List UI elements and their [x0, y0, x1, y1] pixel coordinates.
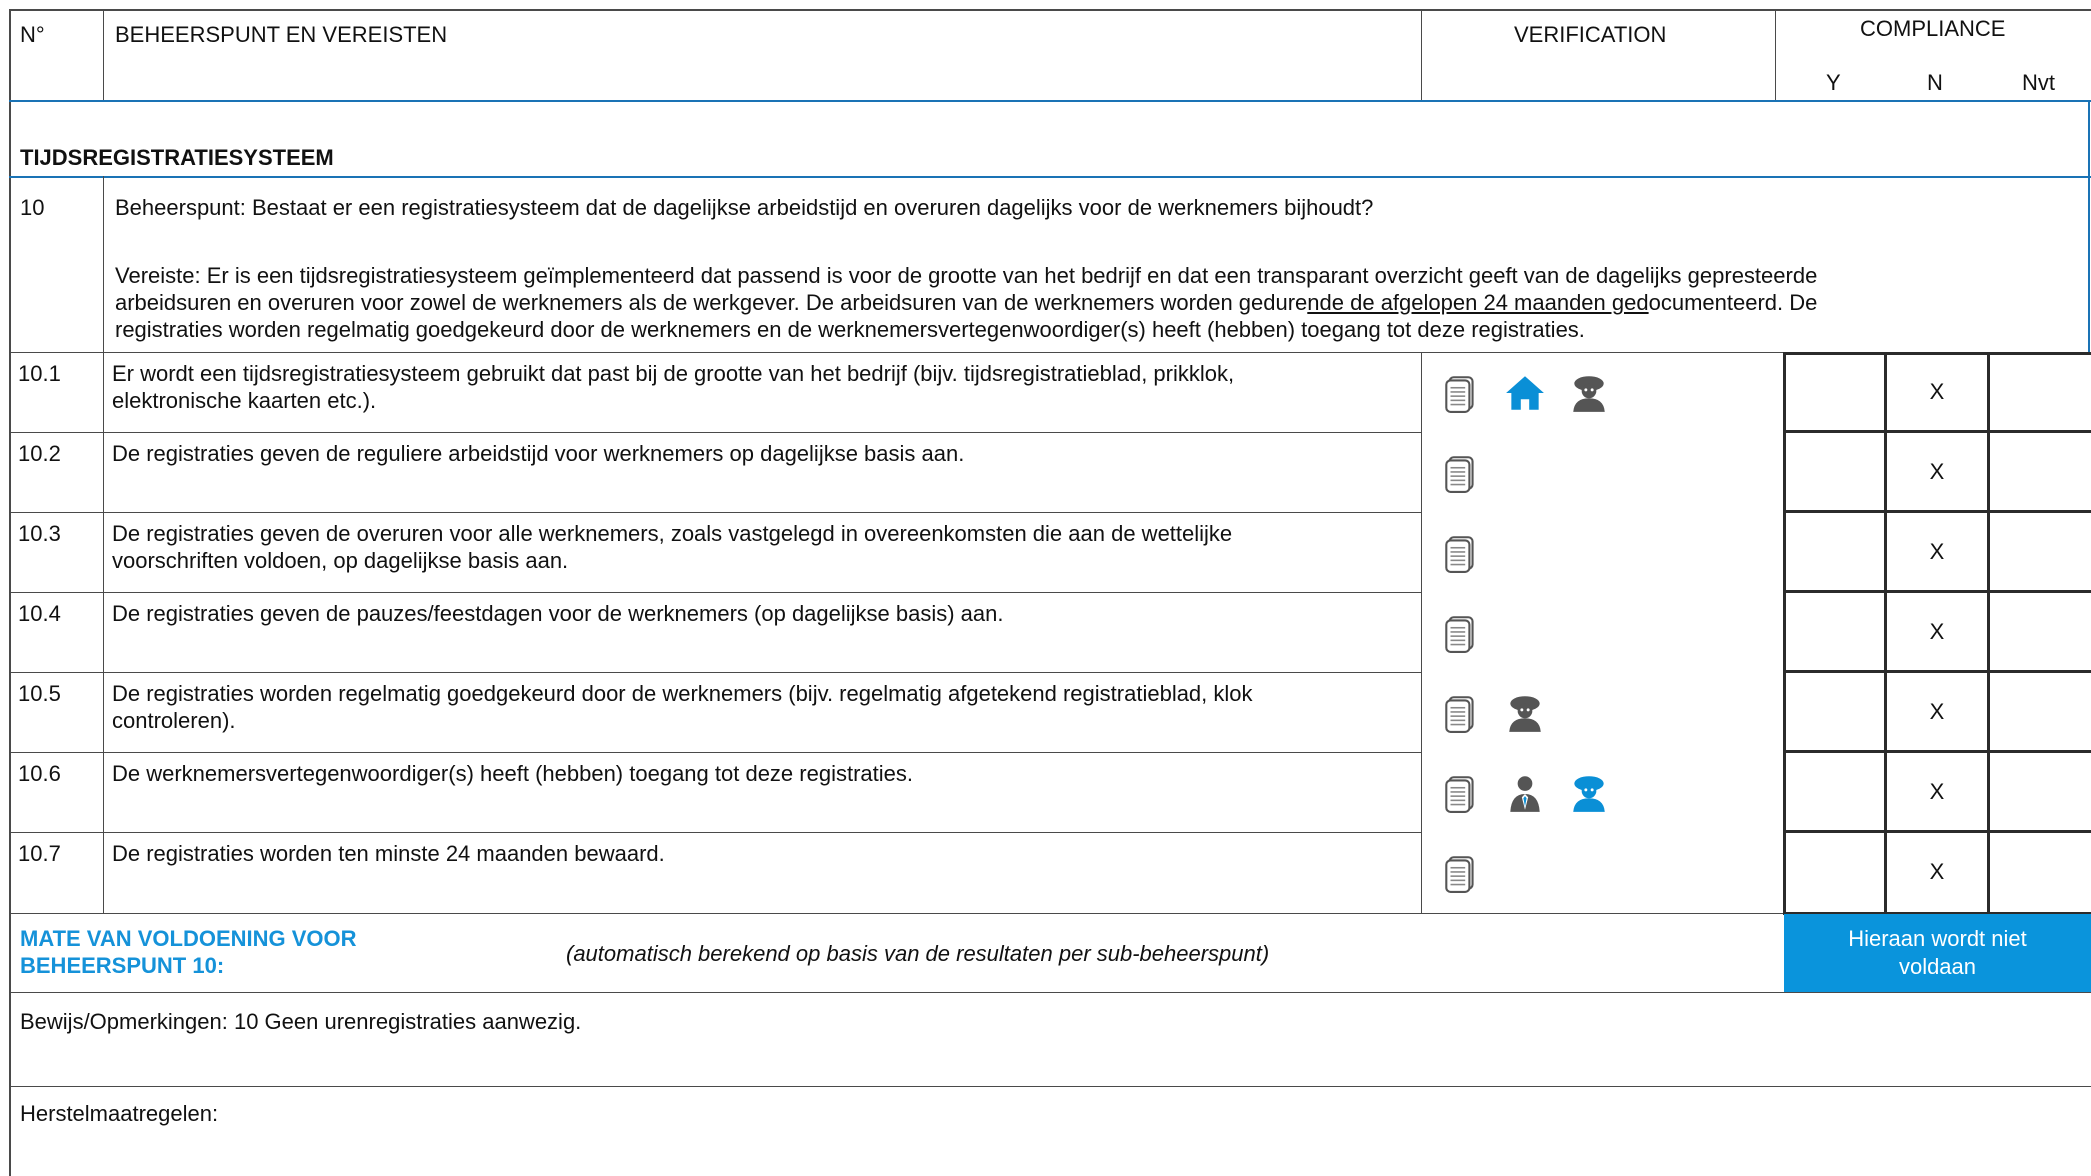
- row-line: [9, 913, 2091, 914]
- compliance-result-badge: Hieraan wordt niet voldaan: [1784, 914, 2091, 992]
- compliance-row-line: [1783, 590, 2091, 593]
- document-icon: [1445, 856, 1474, 893]
- evidence-remarks[interactable]: Bewijs/Opmerkingen: 10 Geen urenregistra…: [20, 1008, 581, 1035]
- row-text: De werknemersvertegenwoordiger(s) heeft …: [112, 761, 913, 786]
- row-line: [9, 1086, 2091, 1087]
- control-point-requirement-line3: registraties worden regelmatig goedgekeu…: [115, 317, 1585, 342]
- row-text: Er wordt een tijdsregistratiesysteem geb…: [112, 361, 1235, 386]
- document-icon: [1445, 616, 1474, 653]
- row-icons: [1440, 452, 1482, 494]
- control-point-question: Beheerspunt: Bestaat er een registraties…: [115, 195, 1374, 220]
- row-line: [9, 592, 1421, 593]
- row-number: 10.6: [18, 761, 61, 786]
- compliance-row-line: [1783, 830, 2091, 833]
- document-icon: [1445, 776, 1474, 813]
- summary-label-line1: MATE VAN VOLDOENING VOOR: [20, 926, 357, 951]
- row-text: voorschriften voldoen, op dagelijkse bas…: [112, 548, 569, 573]
- row-line: [9, 672, 1421, 673]
- row-number: 10.3: [18, 521, 61, 546]
- verification-divider: [1421, 352, 1422, 914]
- summary-note: (automatisch berekend op basis van de re…: [566, 941, 1270, 966]
- row-icons: [1440, 612, 1482, 654]
- worker-icon: [1509, 696, 1541, 732]
- section-title: TIJDSREGISTRATIESYSTEEM: [20, 145, 334, 170]
- compliance-n-mark[interactable]: X: [1887, 778, 1987, 805]
- row-number: 10.4: [18, 601, 61, 626]
- worker-icon: [1573, 376, 1605, 412]
- document-icon: [1445, 536, 1474, 573]
- compliance-n-mark[interactable]: X: [1887, 378, 1987, 405]
- compliance-result-text: Hieraan wordt niet voldaan: [1848, 925, 2027, 981]
- compliance-row-line: [1783, 750, 2091, 753]
- header-n: N: [1927, 70, 1943, 95]
- document-icon: [1445, 376, 1474, 413]
- compliance-row-line: [1783, 670, 2091, 673]
- top-border: [9, 9, 2091, 11]
- header-nvt: Nvt: [2022, 70, 2055, 95]
- row-text: De registraties worden ten minste 24 maa…: [112, 841, 665, 866]
- compliance-n-mark[interactable]: X: [1887, 458, 1987, 485]
- compliance-n-mark[interactable]: X: [1887, 618, 1987, 645]
- header-compliance: COMPLIANCE: [1860, 16, 2006, 41]
- row-line: [9, 832, 1421, 833]
- header-bottom-line: [9, 100, 2091, 102]
- row-number: 10.7: [18, 841, 61, 866]
- compliance-n-mark[interactable]: X: [1887, 698, 1987, 725]
- header-requirements: BEHEERSPUNT EN VEREISTEN: [115, 22, 448, 47]
- worker-blue-icon: [1573, 776, 1605, 812]
- header-divider: [1775, 9, 1776, 100]
- row-icons: [1440, 852, 1482, 894]
- compliance-n-mark[interactable]: X: [1887, 538, 1987, 565]
- remedial-measures[interactable]: Herstelmaatregelen:: [20, 1100, 218, 1127]
- header-y: Y: [1826, 70, 1841, 95]
- control-point-requirement-line1: Vereiste: Er is een tijdsregistratiesyst…: [115, 263, 1818, 288]
- document-icon: [1445, 696, 1474, 733]
- control-point-requirement-line2: arbeidsuren en overuren voor zowel de we…: [115, 289, 1817, 316]
- row-line: [9, 512, 1421, 513]
- row-number: 10.2: [18, 441, 61, 466]
- row-icons: [1440, 692, 1546, 734]
- result-line: voldaan: [1898, 954, 1977, 979]
- row-number: 10.1: [18, 361, 61, 386]
- summary-label-line2: BEHEERSPUNT 10:: [20, 953, 225, 978]
- row-line: [9, 432, 1421, 433]
- header-divider: [103, 9, 104, 100]
- requirement-underlined-text: nde de afgelopen 24 maanden ged: [1307, 290, 1649, 315]
- compliance-row-line: [1783, 430, 2091, 433]
- result-line: Hieraan wordt niet: [1848, 926, 2027, 951]
- row-text: De registraties geven de pauzes/feestdag…: [112, 601, 1004, 626]
- section-bottom-line: [9, 176, 2091, 178]
- compliance-row-line: [1783, 510, 2091, 513]
- header-divider: [1421, 9, 1422, 100]
- row-text: De registraties geven de reguliere arbei…: [112, 441, 965, 466]
- compliance-n-mark[interactable]: X: [1887, 858, 1987, 885]
- home-icon: [1506, 376, 1544, 410]
- row-line: [9, 352, 2091, 353]
- row-icons: [1440, 532, 1482, 574]
- number-column-divider: [103, 176, 104, 914]
- row-icons: [1440, 372, 1610, 414]
- row-number: 10.5: [18, 681, 61, 706]
- row-text: controleren).: [112, 708, 236, 733]
- row-icons: [1440, 772, 1610, 814]
- document-icon: [1445, 456, 1474, 493]
- right-edge: [2088, 100, 2090, 352]
- requirement-text: arbeidsuren en overuren voor zowel de we…: [115, 290, 1308, 315]
- header-verification: VERIFICATION: [1514, 22, 1667, 47]
- requirement-text: ocumenteerd. De: [1648, 290, 1818, 315]
- row-line: [9, 992, 2091, 993]
- row-text: elektronische kaarten etc.).: [112, 388, 377, 413]
- row-text: De registraties geven de overuren voor a…: [112, 521, 1233, 546]
- control-point-number: 10: [20, 195, 45, 220]
- row-line: [9, 752, 1421, 753]
- header-number: N°: [20, 22, 45, 47]
- row-text: De registraties worden regelmatig goedge…: [112, 681, 1253, 706]
- manager-icon: [1510, 776, 1540, 812]
